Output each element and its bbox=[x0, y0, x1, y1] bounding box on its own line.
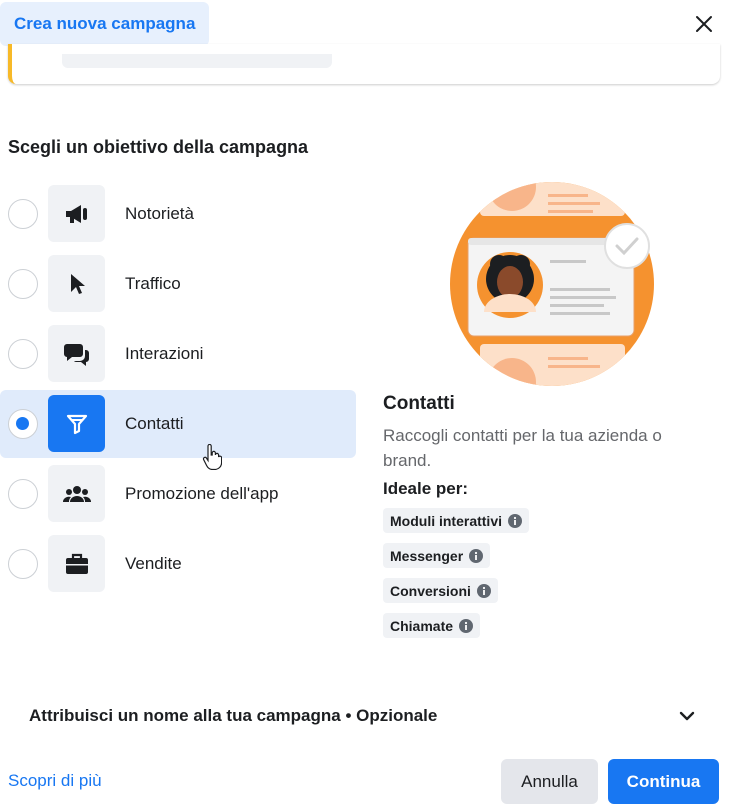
objective-label: Vendite bbox=[125, 554, 182, 573]
campaign-name-section-toggle[interactable]: Attribuisci un nome alla tua campagna • … bbox=[29, 706, 699, 730]
chip-calls[interactable]: Chiamate bbox=[383, 613, 481, 638]
radio-button[interactable] bbox=[8, 269, 38, 299]
ideal-for-chips: Moduli interattivi Messenger Conversioni… bbox=[383, 508, 703, 648]
objective-label: Promozione dell'app bbox=[125, 484, 279, 503]
info-icon[interactable] bbox=[459, 618, 474, 633]
chip-label: Moduli interattivi bbox=[390, 512, 502, 529]
warning-banner bbox=[8, 44, 720, 84]
objective-traffic[interactable]: Traffico bbox=[0, 249, 356, 319]
ideal-for-label: Ideale per: bbox=[383, 479, 469, 498]
hand-cursor-icon bbox=[202, 443, 223, 475]
continue-button[interactable]: Continua bbox=[608, 759, 719, 804]
objective-detail-panel: Contatti Raccogli contatti per la tua az… bbox=[383, 393, 703, 648]
chip-messenger[interactable]: Messenger bbox=[383, 543, 491, 568]
objective-engagement[interactable]: Interazioni bbox=[0, 319, 356, 389]
info-icon[interactable] bbox=[476, 583, 491, 598]
cancel-button[interactable]: Annulla bbox=[501, 759, 598, 804]
radio-selected-dot bbox=[16, 417, 29, 430]
briefcase-icon bbox=[48, 535, 105, 592]
close-button[interactable] bbox=[690, 10, 718, 38]
section-title: Scegli un obiettivo della campagna bbox=[8, 137, 309, 157]
chevron-down-icon bbox=[679, 711, 695, 721]
radio-button[interactable] bbox=[8, 549, 38, 579]
chip-conversions[interactable]: Conversioni bbox=[383, 578, 498, 603]
funnel-icon bbox=[48, 395, 105, 452]
leads-illustration bbox=[450, 182, 655, 387]
campaign-name-label: Attribuisci un nome alla tua campagna • … bbox=[29, 706, 438, 725]
objective-leads[interactable]: Contatti bbox=[0, 390, 356, 458]
detail-title: Contatti bbox=[383, 393, 455, 414]
objective-app-promotion[interactable]: Promozione dell'app bbox=[0, 459, 356, 529]
info-icon[interactable] bbox=[508, 513, 522, 528]
close-icon bbox=[696, 16, 712, 32]
radio-button[interactable] bbox=[8, 479, 38, 509]
objective-label: Contatti bbox=[125, 414, 184, 433]
objective-label: Traffico bbox=[125, 274, 181, 293]
radio-button[interactable] bbox=[8, 199, 38, 229]
banner-placeholder-bar bbox=[62, 54, 332, 68]
chip-instant-forms[interactable]: Moduli interattivi bbox=[383, 508, 529, 533]
radio-button[interactable] bbox=[8, 409, 38, 439]
objective-sales[interactable]: Vendite bbox=[0, 529, 356, 599]
learn-more-link[interactable]: Scopri di più bbox=[8, 771, 102, 791]
radio-button[interactable] bbox=[8, 339, 38, 369]
people-icon bbox=[48, 465, 105, 522]
megaphone-icon bbox=[48, 185, 105, 242]
objective-label: Notorietà bbox=[125, 204, 194, 223]
info-icon[interactable] bbox=[469, 548, 484, 563]
dialog-title: Crea nuova campagna bbox=[0, 2, 210, 46]
chip-label: Chiamate bbox=[390, 617, 454, 634]
objective-awareness[interactable]: Notorietà bbox=[0, 179, 356, 249]
chip-label: Conversioni bbox=[390, 582, 471, 599]
objective-label: Interazioni bbox=[125, 344, 204, 363]
chip-label: Messenger bbox=[390, 547, 464, 564]
chat-bubbles-icon bbox=[48, 325, 105, 382]
detail-description: Raccogli contatti per la tua azienda o b… bbox=[383, 426, 662, 470]
objective-list: Notorietà Traffico Interazioni Contatti … bbox=[0, 179, 356, 599]
cursor-icon bbox=[48, 255, 105, 312]
